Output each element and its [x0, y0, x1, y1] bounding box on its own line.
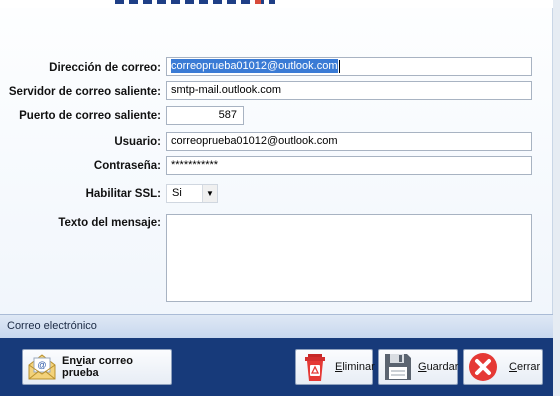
close-label-post: errar: [516, 361, 541, 373]
svg-text:@: @: [37, 360, 46, 370]
status-bar: Correo electrónico: [0, 314, 553, 338]
user-field[interactable]: correoprueba01012@outlook.com: [166, 132, 532, 151]
user-label: Usuario:: [114, 136, 161, 148]
password-field[interactable]: ***********: [166, 156, 532, 175]
ssl-label: Habilitar SSL:: [85, 188, 161, 200]
background-window-mark: [255, 0, 261, 4]
save-label-post: uardar: [426, 361, 459, 373]
message-label: Texto del mensaje:: [58, 217, 161, 229]
envelope-icon: @: [28, 354, 56, 380]
status-text: Correo electrónico: [7, 320, 97, 332]
chevron-down-icon[interactable]: ▼: [202, 185, 217, 202]
message-textarea[interactable]: [166, 214, 532, 302]
delete-button[interactable]: Eliminar: [295, 349, 375, 385]
password-label: Contraseña:: [93, 160, 161, 172]
server-label: Servidor de correo saliente:: [8, 86, 161, 98]
background-window-edge: [115, 0, 275, 4]
ssl-select[interactable]: Si ▼: [166, 184, 218, 203]
email-field[interactable]: correoprueba01012@outlook.com: [166, 57, 532, 76]
server-field[interactable]: smtp-mail.outlook.com: [166, 81, 532, 100]
floppy-disk-icon: [385, 354, 411, 380]
send-test-email-button[interactable]: @ Enviar correo prueba: [22, 349, 172, 385]
email-value: correoprueba01012@outlook.com: [171, 59, 338, 73]
close-circle-icon: [469, 353, 497, 381]
port-field[interactable]: 587: [166, 106, 244, 125]
save-label-accel: G: [418, 361, 427, 373]
close-button[interactable]: Cerrar: [463, 349, 543, 385]
delete-label-post: liminar: [342, 361, 375, 373]
window-edge: [553, 0, 560, 396]
top-window-strip: [0, 0, 560, 8]
text-caret: [338, 59, 340, 73]
trash-icon: [305, 354, 325, 381]
save-button[interactable]: Guardar: [378, 349, 458, 385]
send-test-label-pre: En: [62, 355, 77, 367]
email-label: Dirección de correo:: [49, 62, 161, 74]
port-label: Puerto de correo saliente:: [19, 110, 161, 122]
ssl-select-value: Si: [172, 187, 182, 199]
close-label-accel: C: [509, 361, 517, 373]
